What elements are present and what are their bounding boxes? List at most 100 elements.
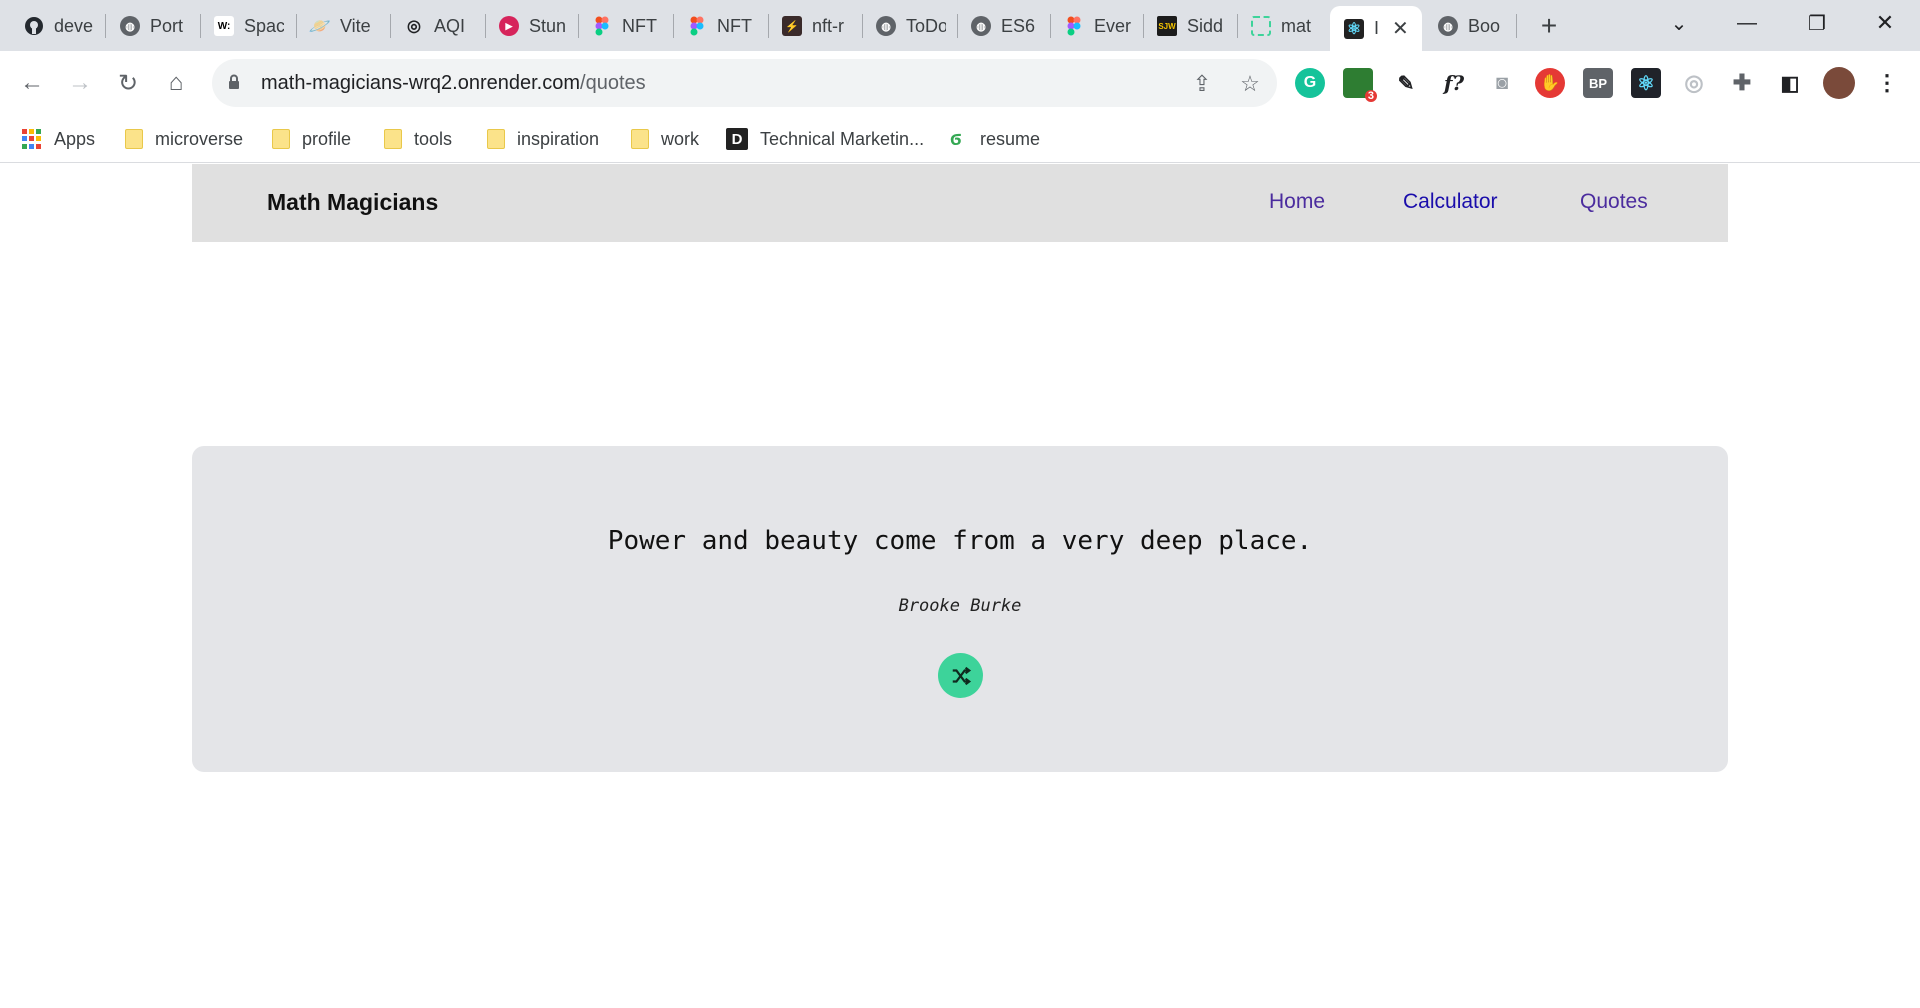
tab-title: NFT bbox=[622, 15, 657, 36]
browser-tab-active[interactable]: ⚛ I ✕ bbox=[1330, 6, 1422, 51]
portfolio-icon: SJW bbox=[1157, 16, 1177, 36]
tab-title: Stun bbox=[529, 15, 567, 36]
figma-icon bbox=[687, 16, 707, 36]
puzzle-icon[interactable]: ✚ bbox=[1727, 68, 1757, 98]
bookmark-link[interactable]: D Technical Marketin... bbox=[726, 125, 924, 153]
folder-icon bbox=[272, 129, 290, 149]
shuffle-quote-button[interactable] bbox=[938, 653, 983, 698]
back-arrow-icon[interactable]: ← bbox=[14, 65, 50, 101]
font-finder-icon[interactable]: f? bbox=[1439, 68, 1469, 98]
url-path: /quotes bbox=[580, 72, 646, 94]
react-devtools-icon[interactable]: ⚛ bbox=[1631, 68, 1661, 98]
bookmark-link[interactable]: ϭ resume bbox=[950, 125, 1040, 153]
bookmark-folder[interactable]: profile bbox=[272, 125, 351, 153]
browser-tab[interactable]: W: Spac bbox=[200, 8, 292, 44]
extension-badge: 3 bbox=[1364, 90, 1377, 102]
browser-tab[interactable]: Ever bbox=[1050, 8, 1142, 44]
bookmark-label: Apps bbox=[54, 128, 96, 149]
browser-tab[interactable]: mat bbox=[1237, 8, 1329, 44]
browser-tab[interactable]: NFT bbox=[673, 8, 765, 44]
tab-title: nft-r bbox=[812, 15, 845, 36]
bookmark-folder[interactable]: tools bbox=[384, 125, 452, 153]
grammarly-icon[interactable]: G bbox=[1295, 68, 1325, 98]
restore-icon[interactable]: ❐ bbox=[1797, 6, 1837, 40]
tab-title: Boo bbox=[1468, 15, 1501, 36]
browser-tab[interactable]: ◍ ToDo bbox=[862, 8, 954, 44]
shuffle-icon bbox=[952, 666, 971, 685]
tab-title: AQI bbox=[434, 15, 466, 36]
react-icon: ⚛ bbox=[1344, 18, 1364, 39]
w-icon: W: bbox=[214, 16, 234, 36]
avatar[interactable] bbox=[1823, 67, 1855, 99]
minimize-icon[interactable]: ― bbox=[1727, 6, 1767, 40]
tab-title: mat bbox=[1281, 15, 1312, 36]
close-tab-icon[interactable]: ✕ bbox=[1392, 16, 1409, 41]
bookmark-folder[interactable]: inspiration bbox=[487, 125, 599, 153]
lock-icon bbox=[229, 74, 239, 89]
forward-arrow-icon[interactable]: → bbox=[62, 65, 98, 101]
bookmark-label: tools bbox=[414, 128, 453, 149]
apps-grid-icon bbox=[22, 129, 42, 149]
browser-tab[interactable]: NFT bbox=[578, 8, 670, 44]
camera-icon[interactable]: ◙ bbox=[1487, 68, 1517, 98]
dev-icon: D bbox=[726, 128, 748, 150]
bookmark-apps[interactable]: Apps bbox=[22, 125, 95, 153]
home-icon[interactable]: ⌂ bbox=[158, 65, 194, 101]
bookmark-label: inspiration bbox=[517, 128, 600, 149]
browser-toolbar: ← → ↻ ⌂ math-magicians-wrq2.onrender.com… bbox=[0, 51, 1920, 115]
bp-extension-icon[interactable]: BP bbox=[1583, 68, 1613, 98]
bookmark-folder[interactable]: work bbox=[631, 125, 699, 153]
menu-kebab-icon[interactable]: ⋮ bbox=[1872, 68, 1902, 98]
folder-icon bbox=[631, 129, 649, 149]
side-panel-icon[interactable]: ◧ bbox=[1775, 68, 1805, 98]
folder-icon bbox=[384, 129, 402, 149]
bookmark-star-icon[interactable]: ☆ bbox=[1237, 71, 1263, 97]
tab-title: Vite bbox=[340, 15, 371, 36]
bookmark-label: Technical Marketin... bbox=[760, 128, 925, 149]
address-bar[interactable]: math-magicians-wrq2.onrender.com/quotes … bbox=[212, 59, 1277, 107]
browser-tab[interactable]: deve bbox=[10, 8, 100, 44]
globe-icon: ◍ bbox=[876, 16, 896, 36]
bookmark-label: resume bbox=[980, 128, 1041, 149]
eyedropper-icon[interactable]: ✎ bbox=[1391, 68, 1421, 98]
circle-extension-icon[interactable]: ◎ bbox=[1679, 68, 1709, 98]
tab-title: NFT bbox=[717, 15, 752, 36]
browser-tab[interactable]: ◎ AQI bbox=[390, 8, 482, 44]
tab-title: Sidd bbox=[1187, 15, 1224, 36]
nav-link-home[interactable]: Home bbox=[1269, 190, 1325, 214]
figma-icon bbox=[592, 16, 612, 36]
globe-icon: ◍ bbox=[1438, 16, 1458, 36]
browser-tab[interactable]: ◍ Port bbox=[106, 8, 198, 44]
url-host: math-magicians-wrq2.onrender.com bbox=[261, 72, 581, 94]
aqi-icon: ◎ bbox=[407, 18, 421, 35]
tab-title: ES6 bbox=[1001, 15, 1036, 36]
bookmarks-bar: Apps microverse profile tools inspiratio… bbox=[0, 115, 1920, 163]
planet-icon: 🪐 bbox=[308, 15, 332, 36]
browser-tab[interactable]: 🪐 Vite bbox=[296, 8, 388, 44]
nav-link-quotes[interactable]: Quotes bbox=[1580, 190, 1648, 214]
site-logo: Math Magicians bbox=[267, 189, 439, 215]
browser-tab[interactable]: ⚡ nft-r bbox=[768, 8, 860, 44]
reload-icon[interactable]: ↻ bbox=[110, 65, 146, 101]
folder-icon bbox=[125, 129, 143, 149]
quote-text: Power and beauty come from a very deep p… bbox=[607, 526, 1313, 556]
adblock-icon[interactable]: ✋ bbox=[1535, 68, 1565, 98]
tab-title: ToDo bbox=[906, 15, 946, 36]
url-text: math-magicians-wrq2.onrender.com/quotes bbox=[261, 72, 646, 95]
render-icon bbox=[1251, 16, 1271, 36]
tab-search-icon[interactable]: ⌄ bbox=[1659, 6, 1699, 40]
browser-tab[interactable]: ◍ Boo bbox=[1424, 8, 1516, 44]
play-icon: ▶ bbox=[499, 16, 519, 36]
browser-tab[interactable]: SJW Sidd bbox=[1143, 8, 1235, 44]
browser-tab[interactable]: ▶ Stun bbox=[485, 8, 577, 44]
nav-link-calculator[interactable]: Calculator bbox=[1403, 190, 1498, 214]
extension-icon[interactable]: 3 bbox=[1343, 68, 1377, 102]
new-tab-button[interactable]: + bbox=[1533, 10, 1565, 42]
share-icon[interactable]: ⇪ bbox=[1189, 71, 1215, 97]
browser-tab[interactable]: ◍ ES6 bbox=[957, 8, 1049, 44]
close-window-icon[interactable]: ✕ bbox=[1865, 6, 1905, 40]
bookmark-folder[interactable]: microverse bbox=[125, 125, 243, 153]
tab-title: Port bbox=[150, 15, 184, 36]
quote-card: Power and beauty come from a very deep p… bbox=[192, 446, 1728, 772]
tab-title: deve bbox=[54, 15, 94, 36]
